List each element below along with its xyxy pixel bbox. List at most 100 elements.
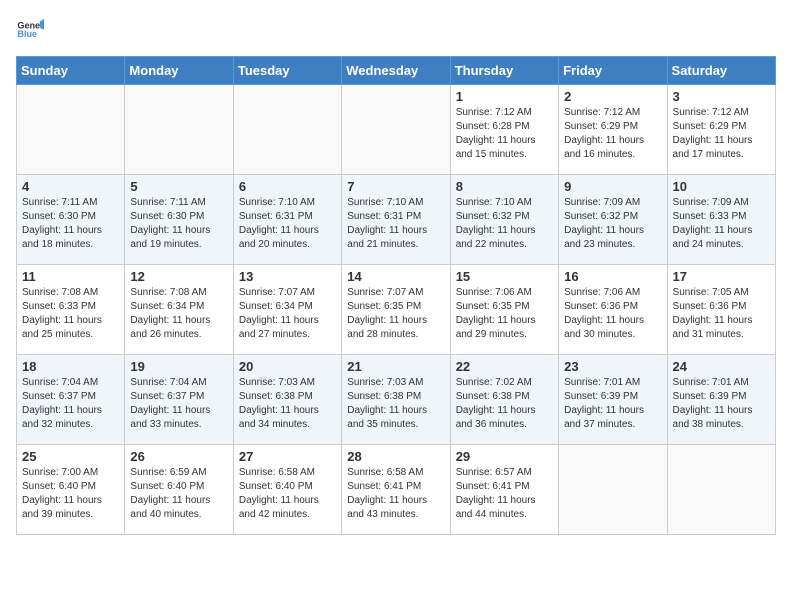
calendar-day-cell: 16 Sunrise: 7:06 AMSunset: 6:36 PMDayligh… <box>559 265 667 355</box>
day-number: 7 <box>347 179 444 194</box>
day-number: 29 <box>456 449 553 464</box>
day-info: Sunrise: 7:07 AMSunset: 6:34 PMDaylight:… <box>239 286 336 342</box>
day-number: 27 <box>239 449 336 464</box>
day-info: Sunrise: 7:01 AMSunset: 6:39 PMDaylight:… <box>673 376 770 432</box>
calendar-day-cell: 29 Sunrise: 6:57 AMSunset: 6:41 PMDayligh… <box>450 445 558 535</box>
day-number: 8 <box>456 179 553 194</box>
day-info: Sunrise: 6:58 AMSunset: 6:41 PMDaylight:… <box>347 466 444 522</box>
calendar-day-cell: 10 Sunrise: 7:09 AMSunset: 6:33 PMDayligh… <box>667 175 775 265</box>
calendar-day-cell <box>667 445 775 535</box>
day-info: Sunrise: 7:11 AMSunset: 6:30 PMDaylight:… <box>130 196 227 252</box>
calendar-day-cell: 11 Sunrise: 7:08 AMSunset: 6:33 PMDayligh… <box>17 265 125 355</box>
day-info: Sunrise: 7:07 AMSunset: 6:35 PMDaylight:… <box>347 286 444 342</box>
day-info: Sunrise: 7:10 AMSunset: 6:32 PMDaylight:… <box>456 196 553 252</box>
day-info: Sunrise: 7:02 AMSunset: 6:38 PMDaylight:… <box>456 376 553 432</box>
day-number: 22 <box>456 359 553 374</box>
calendar-day-cell: 20 Sunrise: 7:03 AMSunset: 6:38 PMDayligh… <box>233 355 341 445</box>
calendar-week-row: 1 Sunrise: 7:12 AMSunset: 6:28 PMDaylight… <box>17 85 776 175</box>
calendar-week-row: 18 Sunrise: 7:04 AMSunset: 6:37 PMDayligh… <box>17 355 776 445</box>
calendar-day-cell: 12 Sunrise: 7:08 AMSunset: 6:34 PMDayligh… <box>125 265 233 355</box>
calendar-day-cell: 24 Sunrise: 7:01 AMSunset: 6:39 PMDayligh… <box>667 355 775 445</box>
day-info: Sunrise: 7:10 AMSunset: 6:31 PMDaylight:… <box>347 196 444 252</box>
day-info: Sunrise: 7:12 AMSunset: 6:28 PMDaylight:… <box>456 106 553 162</box>
day-number: 14 <box>347 269 444 284</box>
day-number: 21 <box>347 359 444 374</box>
calendar-day-cell: 28 Sunrise: 6:58 AMSunset: 6:41 PMDayligh… <box>342 445 450 535</box>
day-number: 25 <box>22 449 119 464</box>
day-number: 24 <box>673 359 770 374</box>
day-number: 18 <box>22 359 119 374</box>
calendar-day-cell: 4 Sunrise: 7:11 AMSunset: 6:30 PMDaylight… <box>17 175 125 265</box>
page-header: General Blue <box>16 16 776 44</box>
calendar-day-cell: 2Sunrise: 7:12 AMSunset: 6:29 PMDaylight… <box>559 85 667 175</box>
day-number: 16 <box>564 269 661 284</box>
day-info: Sunrise: 7:11 AMSunset: 6:30 PMDaylight:… <box>22 196 119 252</box>
day-info: Sunrise: 7:10 AMSunset: 6:31 PMDaylight:… <box>239 196 336 252</box>
calendar-week-row: 11 Sunrise: 7:08 AMSunset: 6:33 PMDayligh… <box>17 265 776 355</box>
calendar-day-cell: 26 Sunrise: 6:59 AMSunset: 6:40 PMDayligh… <box>125 445 233 535</box>
day-number: 13 <box>239 269 336 284</box>
day-info: Sunrise: 7:09 AMSunset: 6:33 PMDaylight:… <box>673 196 770 252</box>
day-info: Sunrise: 6:57 AMSunset: 6:41 PMDaylight:… <box>456 466 553 522</box>
calendar-day-cell: 13 Sunrise: 7:07 AMSunset: 6:34 PMDayligh… <box>233 265 341 355</box>
calendar-day-cell: 7 Sunrise: 7:10 AMSunset: 6:31 PMDaylight… <box>342 175 450 265</box>
calendar-week-row: 4 Sunrise: 7:11 AMSunset: 6:30 PMDaylight… <box>17 175 776 265</box>
calendar-day-cell: 15 Sunrise: 7:06 AMSunset: 6:35 PMDayligh… <box>450 265 558 355</box>
day-number: 1 <box>456 89 553 104</box>
day-number: 19 <box>130 359 227 374</box>
calendar-day-cell: 14 Sunrise: 7:07 AMSunset: 6:35 PMDayligh… <box>342 265 450 355</box>
day-number: 23 <box>564 359 661 374</box>
day-number: 9 <box>564 179 661 194</box>
calendar-header-thursday: Thursday <box>450 57 558 85</box>
calendar-day-cell: 18 Sunrise: 7:04 AMSunset: 6:37 PMDayligh… <box>17 355 125 445</box>
calendar-day-cell <box>125 85 233 175</box>
day-info: Sunrise: 7:06 AMSunset: 6:36 PMDaylight:… <box>564 286 661 342</box>
calendar-day-cell: 21 Sunrise: 7:03 AMSunset: 6:38 PMDayligh… <box>342 355 450 445</box>
day-info: Sunrise: 7:06 AMSunset: 6:35 PMDaylight:… <box>456 286 553 342</box>
calendar-day-cell: 8 Sunrise: 7:10 AMSunset: 6:32 PMDaylight… <box>450 175 558 265</box>
day-number: 11 <box>22 269 119 284</box>
calendar-day-cell: 3Sunrise: 7:12 AMSunset: 6:29 PMDaylight… <box>667 85 775 175</box>
calendar-day-cell: 19 Sunrise: 7:04 AMSunset: 6:37 PMDayligh… <box>125 355 233 445</box>
day-info: Sunrise: 7:00 AMSunset: 6:40 PMDaylight:… <box>22 466 119 522</box>
day-info: Sunrise: 7:01 AMSunset: 6:39 PMDaylight:… <box>564 376 661 432</box>
calendar-day-cell: 6Sunrise: 7:10 AMSunset: 6:31 PMDaylight… <box>233 175 341 265</box>
day-number: 2 <box>564 89 661 104</box>
day-info: Sunrise: 7:09 AMSunset: 6:32 PMDaylight:… <box>564 196 661 252</box>
day-info: Sunrise: 7:08 AMSunset: 6:34 PMDaylight:… <box>130 286 227 342</box>
day-info: Sunrise: 7:05 AMSunset: 6:36 PMDaylight:… <box>673 286 770 342</box>
calendar-day-cell <box>233 85 341 175</box>
day-number: 15 <box>456 269 553 284</box>
day-info: Sunrise: 7:03 AMSunset: 6:38 PMDaylight:… <box>347 376 444 432</box>
day-info: Sunrise: 7:04 AMSunset: 6:37 PMDaylight:… <box>130 376 227 432</box>
calendar-day-cell: 27Sunrise: 6:58 AMSunset: 6:40 PMDayligh… <box>233 445 341 535</box>
day-info: Sunrise: 7:04 AMSunset: 6:37 PMDaylight:… <box>22 376 119 432</box>
day-number: 10 <box>673 179 770 194</box>
calendar-day-cell: 22 Sunrise: 7:02 AMSunset: 6:38 PMDayligh… <box>450 355 558 445</box>
calendar-day-cell <box>17 85 125 175</box>
day-info: Sunrise: 6:59 AMSunset: 6:40 PMDaylight:… <box>130 466 227 522</box>
calendar-day-cell: 1 Sunrise: 7:12 AMSunset: 6:28 PMDaylight… <box>450 85 558 175</box>
day-number: 5 <box>130 179 227 194</box>
day-number: 4 <box>22 179 119 194</box>
calendar-header-wednesday: Wednesday <box>342 57 450 85</box>
day-number: 20 <box>239 359 336 374</box>
calendar-day-cell: 23 Sunrise: 7:01 AMSunset: 6:39 PMDayligh… <box>559 355 667 445</box>
svg-text:Blue: Blue <box>17 29 37 39</box>
calendar-week-row: 25 Sunrise: 7:00 AMSunset: 6:40 PMDayligh… <box>17 445 776 535</box>
day-number: 26 <box>130 449 227 464</box>
calendar-day-cell: 5 Sunrise: 7:11 AMSunset: 6:30 PMDaylight… <box>125 175 233 265</box>
day-info: Sunrise: 7:03 AMSunset: 6:38 PMDaylight:… <box>239 376 336 432</box>
calendar-day-cell: 25 Sunrise: 7:00 AMSunset: 6:40 PMDayligh… <box>17 445 125 535</box>
day-number: 28 <box>347 449 444 464</box>
calendar-table: SundayMondayTuesdayWednesdayThursdayFrid… <box>16 56 776 535</box>
day-number: 17 <box>673 269 770 284</box>
calendar-header-row: SundayMondayTuesdayWednesdayThursdayFrid… <box>17 57 776 85</box>
logo-icon: General Blue <box>16 16 44 44</box>
calendar-header-tuesday: Tuesday <box>233 57 341 85</box>
calendar-header-sunday: Sunday <box>17 57 125 85</box>
day-number: 12 <box>130 269 227 284</box>
day-info: Sunrise: 7:08 AMSunset: 6:33 PMDaylight:… <box>22 286 119 342</box>
logo: General Blue <box>16 16 44 44</box>
calendar-day-cell <box>342 85 450 175</box>
